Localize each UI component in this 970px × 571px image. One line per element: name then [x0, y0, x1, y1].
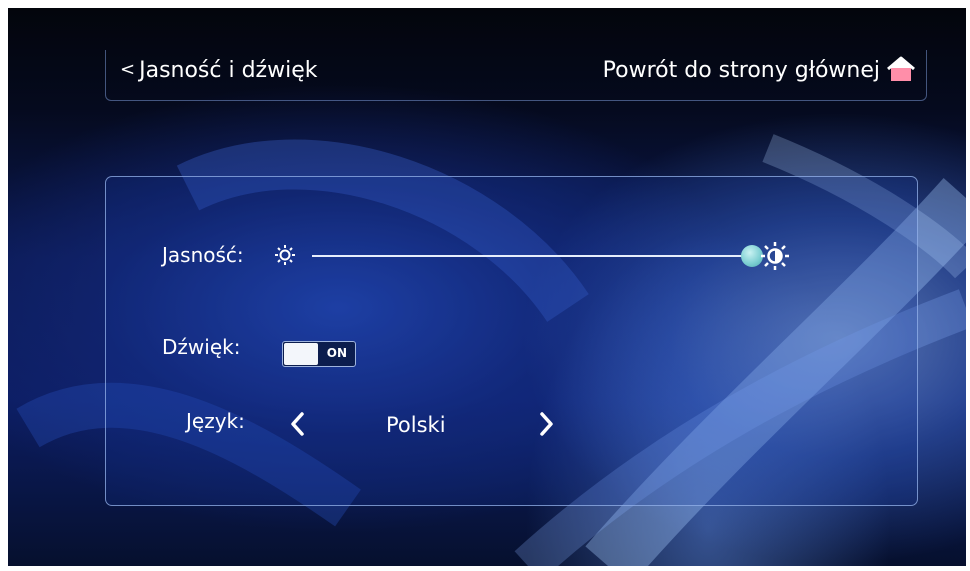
chevron-left-icon: <	[120, 59, 136, 80]
language-prev-button[interactable]	[284, 409, 312, 439]
device-frame: < Jasność i dźwięk Powrót do strony głów…	[0, 0, 970, 571]
sound-toggle[interactable]: ON	[282, 341, 356, 367]
sun-small-icon	[275, 245, 295, 265]
language-next-button[interactable]	[532, 409, 560, 439]
back-label: Jasność i dźwięk	[139, 58, 318, 83]
home-label: Powrót do strony głównej	[602, 57, 880, 83]
brightness-slider-track[interactable]	[312, 255, 752, 257]
sound-toggle-knob	[284, 343, 318, 365]
sun-large-icon	[761, 242, 789, 270]
home-icon	[887, 56, 915, 81]
back-button[interactable]: < Jasność i dźwięk	[120, 58, 317, 83]
brightness-label: Jasność:	[162, 243, 244, 267]
language-label: Język:	[186, 409, 245, 433]
sound-toggle-state: ON	[326, 346, 347, 360]
header-bar: < Jasność i dźwięk Powrót do strony głów…	[105, 50, 927, 101]
home-button[interactable]: Powrót do strony głównej	[603, 56, 916, 84]
screen: < Jasność i dźwięk Powrót do strony głów…	[8, 8, 966, 566]
language-value: Polski	[386, 413, 446, 437]
settings-panel: Jasność: Dźwięk: ON Język: Polski	[105, 176, 918, 506]
sound-label: Dźwięk:	[162, 335, 241, 359]
